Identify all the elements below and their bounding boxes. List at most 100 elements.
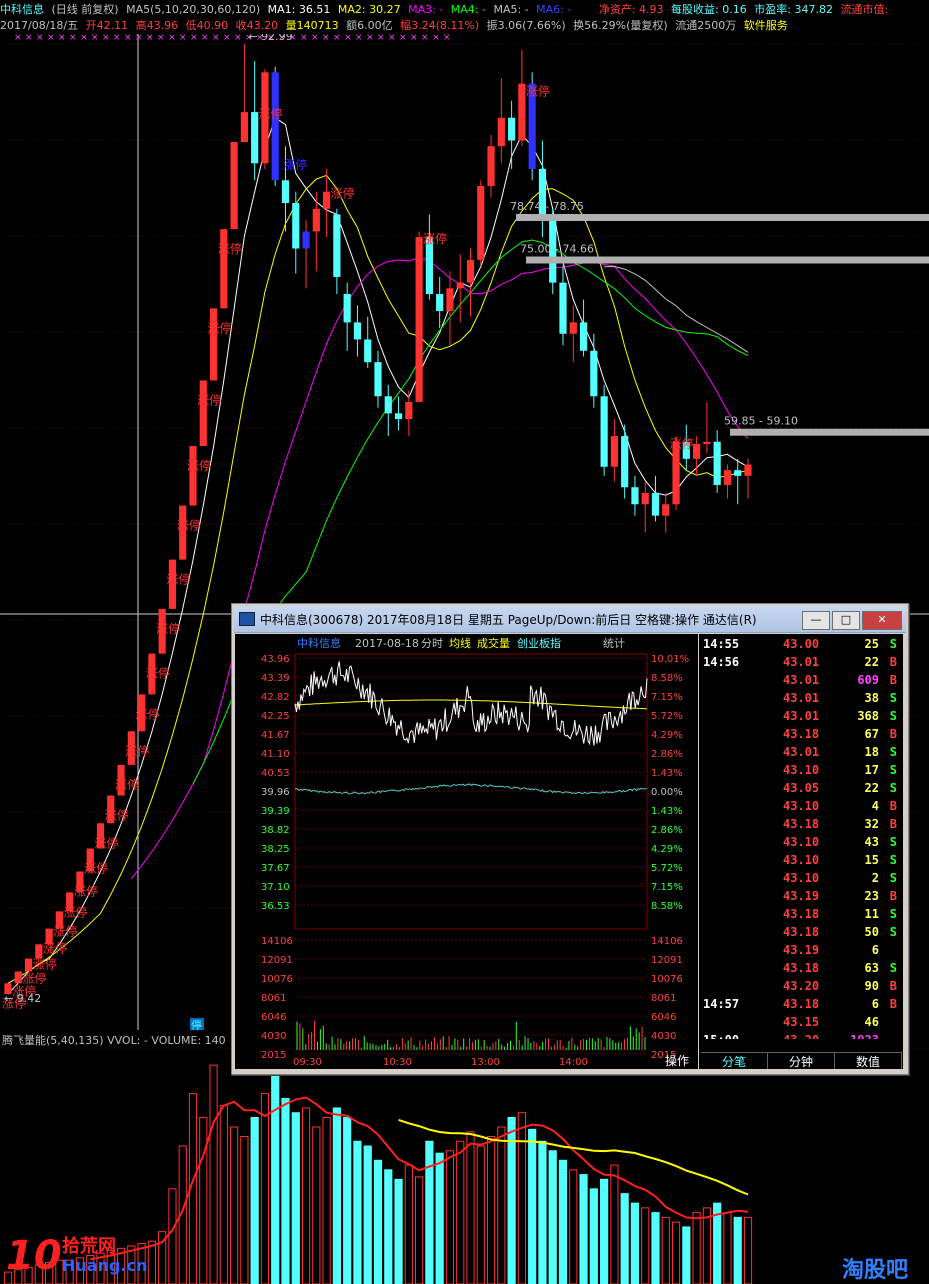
tick-side: B xyxy=(889,997,897,1011)
volume-bar xyxy=(301,1107,311,1284)
tick-row: 43.01 38 S xyxy=(699,690,903,708)
volume-bar xyxy=(661,1216,670,1284)
price-tick: 39.96 xyxy=(261,787,290,798)
operate-button[interactable]: 操作 xyxy=(657,1052,697,1069)
candle-body xyxy=(312,208,320,232)
quote-sector[interactable]: 软件服务 xyxy=(744,19,788,32)
tab-minutes[interactable]: 分钟 xyxy=(768,1052,835,1069)
price-line xyxy=(294,661,648,746)
tick-row: 14:57 43.18 6 B xyxy=(699,996,903,1014)
candle-body xyxy=(672,441,680,505)
vvol-short-line xyxy=(90,1096,749,1261)
tab-ticks[interactable]: 分笔 xyxy=(701,1052,768,1069)
limit-up-label: 涨停 xyxy=(105,808,129,823)
maximize-button[interactable]: □ xyxy=(832,611,860,630)
candle-body xyxy=(569,322,577,334)
ma4-value: MA4: - xyxy=(450,3,486,16)
tick-side: S xyxy=(889,961,897,975)
limit-up-label: 涨停 xyxy=(136,706,160,721)
close-button[interactable]: ✕ xyxy=(862,611,902,630)
pct-tick: 4.29% xyxy=(651,730,683,741)
tick-volume: 67 xyxy=(864,727,879,741)
vol-tick: 4030 xyxy=(261,1031,286,1042)
candle-body xyxy=(394,413,403,420)
pct-tick: 0.00% xyxy=(651,787,683,798)
marker-x: × xyxy=(377,34,385,43)
volume-bar xyxy=(404,1164,413,1284)
watermark-logo: 10 xyxy=(6,1233,62,1279)
app-icon xyxy=(239,612,255,626)
volume-bar xyxy=(373,1159,383,1284)
tick-volume: 6 xyxy=(871,943,879,957)
marker-x: × xyxy=(190,34,198,43)
limit-up-label: 涨停 xyxy=(115,777,139,792)
intraday-header-label: 分时 xyxy=(421,637,443,650)
vol-tick-right: 14106 xyxy=(651,936,683,947)
tick-volume: 4 xyxy=(871,799,879,813)
quote-close: 收43.20 xyxy=(235,19,279,32)
tick-price: 43.01 xyxy=(783,709,820,723)
limit-up-label: 涨停 xyxy=(283,157,307,172)
tick-price: 43.19 xyxy=(783,889,820,903)
marker-x: × xyxy=(58,34,66,43)
intraday-chart-panel[interactable]: 中科信息 2017-08-18 分时 均线 成交量 创业板指 统计 43.96 10.01% 43… xyxy=(235,634,698,1069)
candle-body xyxy=(641,492,649,505)
candle-body xyxy=(14,971,22,984)
pct-tick: 1.43% xyxy=(651,806,683,817)
minimize-button[interactable]: — xyxy=(802,611,830,630)
candle-body xyxy=(24,958,33,972)
candle-body xyxy=(477,185,485,260)
marker-x: × xyxy=(333,34,341,43)
vol-tick-right: 10076 xyxy=(651,974,683,985)
time-tick: 13:00 xyxy=(471,1057,500,1068)
popup-titlebar[interactable]: 中科信息(300678) 2017年08月18日 星期五 PageUp/Down… xyxy=(234,606,906,633)
vol-tick: 12091 xyxy=(261,955,293,966)
volume-chart[interactable] xyxy=(0,1048,929,1284)
limit-up-label: 涨停 xyxy=(526,83,550,98)
period-label[interactable]: (日线 前复权) xyxy=(52,3,119,16)
candle-body xyxy=(343,293,351,323)
tick-volume: 63 xyxy=(864,961,879,975)
intraday-popup-window[interactable]: 中科信息(300678) 2017年08月18日 星期五 PageUp/Down… xyxy=(231,603,909,1075)
tick-volume: 90 xyxy=(864,979,879,993)
marker-x: × xyxy=(399,34,407,43)
volume-bar xyxy=(589,1188,598,1284)
tick-volume: 18 xyxy=(864,745,879,759)
candle-body xyxy=(209,308,218,381)
limit-up-label: 涨停 xyxy=(197,392,221,407)
stock-name[interactable]: 中科信息 xyxy=(0,3,44,16)
float-market-value: 流通市值: xyxy=(840,3,889,16)
ma1-value: MA1: 36.51 xyxy=(267,3,331,16)
ma-params: MA5(5,10,20,30,60,120) xyxy=(126,3,261,16)
marker-x: × xyxy=(410,34,418,43)
marker-x: × xyxy=(421,34,429,43)
tick-row: 43.01 18 S xyxy=(699,744,903,762)
tick-side: B xyxy=(889,889,897,903)
tick-row: 43.15 46 xyxy=(699,1014,903,1032)
intraday-chart[interactable]: 中科信息 2017-08-18 分时 均线 成交量 创业板指 统计 43.96 10.01% 43… xyxy=(235,634,698,1069)
tick-side: S xyxy=(889,835,897,849)
candle-body xyxy=(374,362,382,397)
ma3-value: MA3: - xyxy=(408,3,444,16)
time-tick: 14:00 xyxy=(559,1057,588,1068)
vol-tick: 10076 xyxy=(261,974,293,985)
candle-body xyxy=(651,492,660,516)
tab-values[interactable]: 数值 xyxy=(835,1052,902,1069)
candle-body xyxy=(518,83,526,141)
tick-price: 43.10 xyxy=(783,835,820,849)
volume-bar xyxy=(260,1093,270,1284)
vol-tick: 14106 xyxy=(261,936,293,947)
candle-body xyxy=(621,436,629,488)
volume-bar xyxy=(168,1188,177,1284)
marker-x: × xyxy=(14,34,22,43)
marker-x: × xyxy=(69,34,77,43)
candle-body xyxy=(559,282,567,334)
tick-price: 43.20 xyxy=(783,979,820,993)
volume-bar xyxy=(384,1169,393,1284)
limit-up-label: 涨停 xyxy=(423,231,447,246)
vol-tick: 6046 xyxy=(261,1012,286,1023)
candle-body xyxy=(693,444,701,459)
price-tick: 41.67 xyxy=(261,730,290,741)
tick-list[interactable]: 14:55 43.00 25 S 14:56 43.01 22 B 43.01 609 B 43.01… xyxy=(699,634,903,1047)
pct-tick: 2.86% xyxy=(651,749,683,760)
